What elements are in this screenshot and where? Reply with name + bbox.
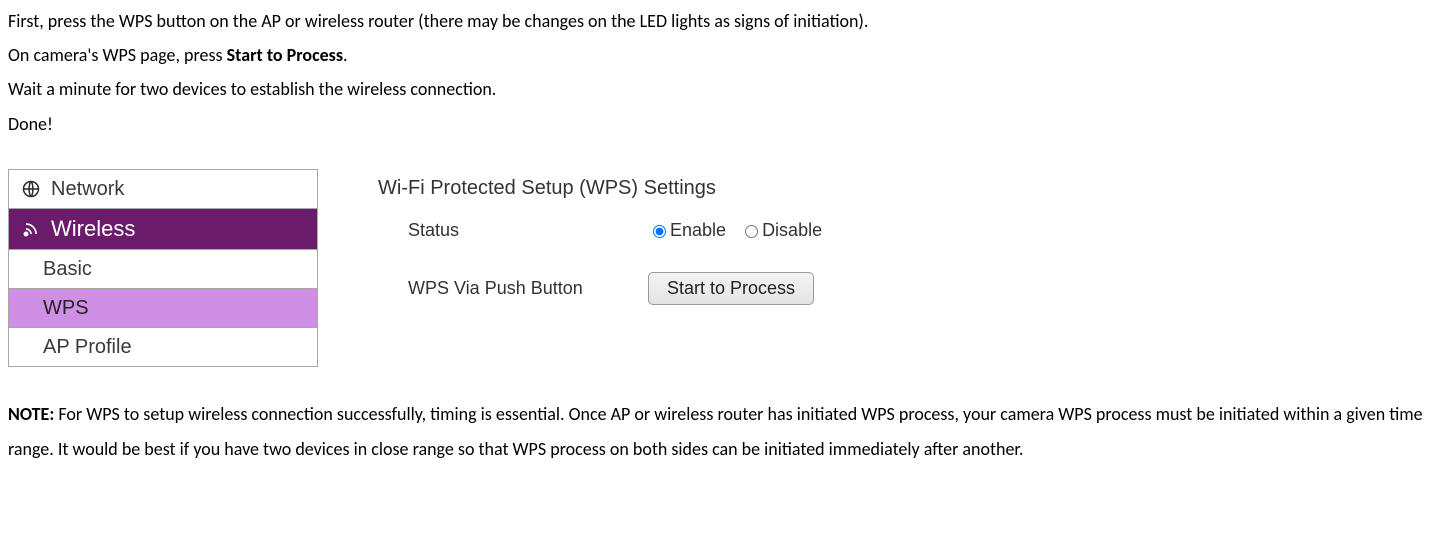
sidebar-item-label: Wireless	[51, 215, 135, 244]
disable-radio[interactable]	[745, 225, 758, 238]
enable-option[interactable]: Enable	[648, 213, 726, 247]
instruction-line-2: On camera's WPS page, press Start to Pro…	[8, 38, 1443, 72]
wps-settings-panel: Wi-Fi Protected Setup (WPS) Settings Sta…	[378, 169, 836, 329]
status-label: Status	[378, 213, 648, 247]
text-fragment: .	[343, 44, 348, 66]
instruction-line-4: Done!	[8, 107, 1443, 141]
radio-label: Disable	[762, 213, 822, 247]
sidebar-item-label: AP Profile	[43, 334, 132, 360]
globe-icon	[21, 179, 41, 199]
sidebar-item-basic[interactable]: Basic	[9, 250, 317, 289]
enable-radio[interactable]	[653, 225, 666, 238]
sidebar-item-wireless[interactable]: Wireless	[9, 209, 317, 251]
status-row: Status Enable Disable	[378, 213, 836, 247]
status-radio-group: Enable Disable	[648, 213, 836, 247]
panel-title: Wi-Fi Protected Setup (WPS) Settings	[378, 169, 836, 207]
sidebar-item-network[interactable]: Network	[9, 170, 317, 209]
settings-screenshot: Network Wireless Basic WPS AP Profile Wi…	[8, 169, 1443, 368]
sidebar-item-label: Basic	[43, 256, 92, 282]
sidebar-item-ap-profile[interactable]: AP Profile	[9, 328, 317, 366]
note-body: For WPS to setup wireless connection suc…	[8, 403, 1423, 459]
push-button-label: WPS Via Push Button	[378, 271, 648, 305]
sidebar-item-label: WPS	[43, 295, 89, 321]
start-to-process-button[interactable]: Start to Process	[648, 272, 814, 305]
wifi-icon	[21, 219, 41, 239]
instruction-line-1: First, press the WPS button on the AP or…	[8, 4, 1443, 38]
disable-option[interactable]: Disable	[740, 213, 822, 247]
sidebar-nav: Network Wireless Basic WPS AP Profile	[8, 169, 318, 368]
text-fragment: On camera's WPS page, press	[8, 44, 227, 66]
note-prefix: NOTE:	[8, 403, 54, 425]
sidebar-item-label: Network	[51, 176, 124, 202]
note-paragraph: NOTE: For WPS to setup wireless connecti…	[8, 397, 1443, 465]
sidebar-item-wps[interactable]: WPS	[9, 289, 317, 328]
push-button-row: WPS Via Push Button Start to Process	[378, 271, 836, 305]
start-to-process-label: Start to Process	[227, 44, 343, 66]
instruction-line-3: Wait a minute for two devices to establi…	[8, 72, 1443, 106]
radio-label: Enable	[670, 213, 726, 247]
